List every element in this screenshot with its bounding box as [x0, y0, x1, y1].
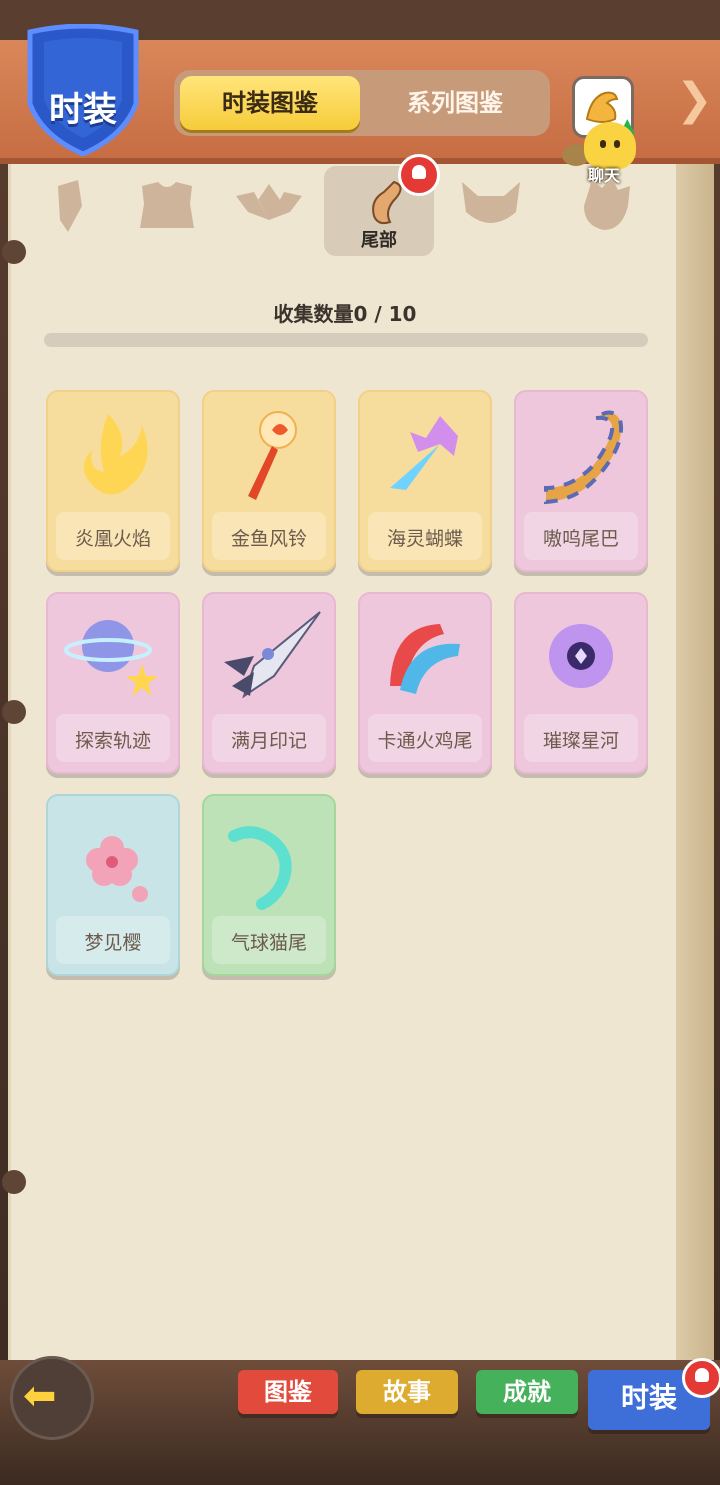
turkey-tail-icon — [390, 624, 460, 694]
category-tail-label: 尾部 — [361, 230, 397, 251]
bottom-tab-achievement[interactable]: 成就 — [476, 1370, 578, 1414]
tab-fashion-collection[interactable]: 时装图鉴 — [180, 76, 360, 130]
item-card[interactable]: 满月印记 — [202, 592, 336, 774]
item-name: 梦见樱 — [84, 932, 142, 954]
collection-tabs: 时装图鉴 系列图鉴 — [174, 70, 550, 136]
notification-bell-icon — [398, 154, 440, 196]
item-name: 海灵蝴蝶 — [386, 528, 463, 550]
mask-icon — [462, 182, 520, 223]
cherry-blossom-icon — [86, 836, 148, 902]
face-icon — [584, 178, 630, 230]
sea-butterfly-icon — [390, 416, 458, 490]
item-card[interactable]: 炎凰火焰 — [46, 390, 180, 572]
balloon-cat-tail-icon — [228, 826, 292, 910]
item-card[interactable]: 探索轨迹 — [46, 592, 180, 774]
item-card[interactable]: 嗷呜尾巴 — [514, 390, 648, 572]
item-name: 嗷呜尾巴 — [542, 528, 619, 550]
ring-hole — [2, 700, 26, 724]
hair-icon — [58, 180, 82, 232]
bottom-tab-story[interactable]: 故事 — [356, 1370, 458, 1414]
notification-bell-icon — [682, 1358, 720, 1398]
clothes-icon — [140, 182, 194, 228]
item-card[interactable]: 璀璨星河 — [514, 592, 648, 774]
category-slot-3[interactable] — [214, 166, 324, 256]
badge-title: 时装 — [49, 90, 117, 130]
striped-tail-icon — [544, 410, 623, 505]
back-arrow-icon: ⬅ — [23, 1373, 57, 1419]
category-slot-5[interactable] — [436, 166, 546, 256]
planet-star-icon — [64, 620, 158, 696]
category-slot-6[interactable] — [552, 166, 662, 256]
item-name: 卡通火鸡尾 — [377, 730, 473, 752]
item-name: 气球猫尾 — [230, 932, 307, 954]
item-card[interactable]: 气球猫尾 — [202, 794, 336, 976]
item-name: 金鱼风铃 — [230, 528, 307, 550]
item-name: 探索轨迹 — [74, 730, 151, 752]
tab-series-collection[interactable]: 系列图鉴 — [370, 76, 540, 130]
page-badge: 时装 — [24, 24, 142, 156]
goldfish-chime-icon — [248, 411, 297, 500]
category-slot-2[interactable] — [112, 166, 222, 256]
phoenix-flame-icon — [83, 414, 148, 495]
starry-galaxy-icon — [549, 624, 613, 688]
item-card[interactable]: 金鱼风铃 — [202, 390, 336, 572]
back-button[interactable]: ⬅ — [10, 1356, 94, 1440]
bottom-tab-collection[interactable]: 图鉴 — [238, 1370, 338, 1414]
collection-count: 收集数量0 / 10 — [273, 302, 417, 326]
collection-progress-bar — [44, 333, 648, 347]
next-page-chevron-icon[interactable]: ❯ — [676, 74, 713, 126]
item-name: 满月印记 — [230, 730, 307, 752]
item-name: 炎凰火焰 — [74, 528, 151, 550]
ring-hole — [2, 1170, 26, 1194]
wings-icon — [236, 184, 302, 220]
item-name: 璀璨星河 — [542, 730, 619, 752]
item-card[interactable]: 海灵蝴蝶 — [358, 390, 492, 572]
item-card[interactable]: 卡通火鸡尾 — [358, 592, 492, 774]
item-card[interactable]: 梦见樱 — [46, 794, 180, 976]
full-moon-mark-icon — [224, 611, 321, 699]
